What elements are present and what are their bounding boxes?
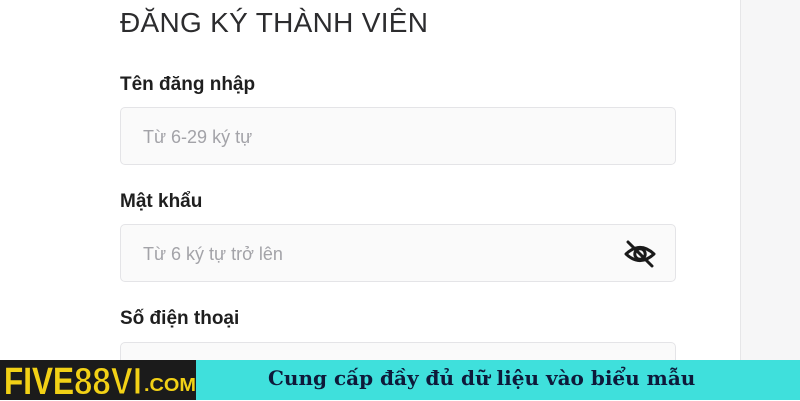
username-label: Tên đăng nhập bbox=[120, 74, 256, 95]
promo-banner: FIVE 88VI .COM Cung cấp đầy đủ dữ liệu v… bbox=[0, 360, 800, 400]
password-label: Mật khẩu bbox=[120, 191, 203, 212]
phone-label: Số điện thoại bbox=[120, 308, 240, 329]
logo-text-com: .COM bbox=[144, 375, 196, 395]
eye-off-icon[interactable] bbox=[623, 239, 657, 269]
page-title: ĐĂNG KÝ THÀNH VIÊN bbox=[120, 7, 429, 38]
right-side-panel bbox=[740, 0, 800, 360]
logo-text-88vi: 88VI bbox=[74, 361, 142, 400]
password-input[interactable] bbox=[141, 225, 615, 283]
five88vi-logo: FIVE 88VI .COM bbox=[4, 361, 196, 401]
username-field-box bbox=[120, 107, 676, 166]
logo-text-five: FIVE bbox=[4, 361, 74, 400]
username-input[interactable] bbox=[141, 108, 615, 166]
banner-caption: Cung cấp đầy đủ dữ liệu vào biểu mẫu bbox=[268, 366, 696, 390]
password-field-box bbox=[120, 224, 676, 283]
